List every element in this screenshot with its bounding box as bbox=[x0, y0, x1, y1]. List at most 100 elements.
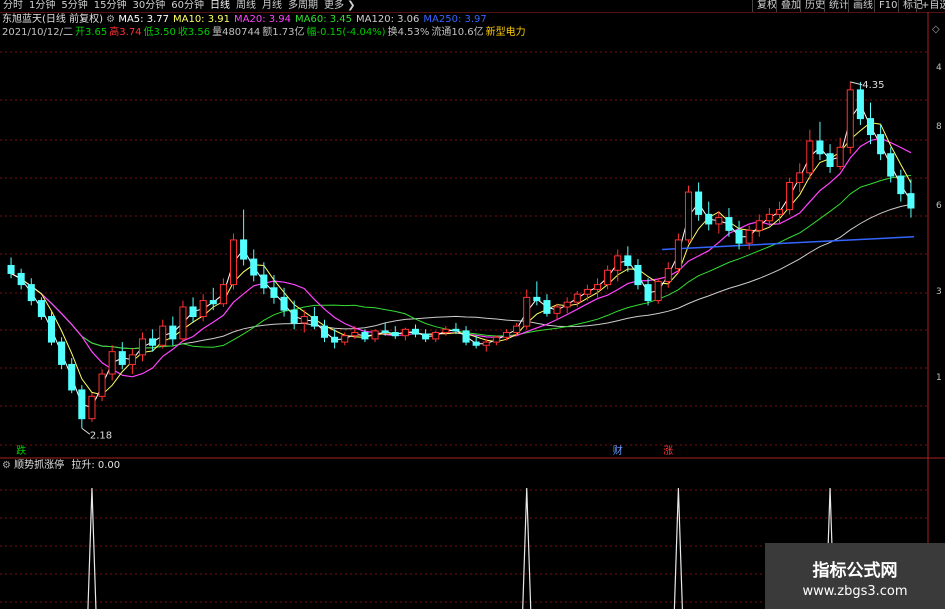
event-mark-1: 财 bbox=[613, 444, 623, 457]
candle-62 bbox=[634, 259, 642, 290]
candle-body-74 bbox=[755, 220, 763, 231]
watermark-title: 指标公式网 bbox=[812, 561, 898, 581]
candle-32 bbox=[331, 329, 339, 349]
candle-body-77 bbox=[786, 181, 794, 211]
price-chart[interactable]: 4 8 6 3 1 ◇ 4.35 2.18 跌 财 涨 bbox=[0, 12, 945, 609]
candle-body-69 bbox=[705, 213, 713, 225]
period-tab-7[interactable]: 周线 bbox=[233, 0, 259, 12]
candle-body-6 bbox=[68, 363, 76, 391]
candle-body-38 bbox=[391, 332, 399, 337]
candle-body-32 bbox=[331, 336, 339, 343]
candle-26 bbox=[270, 275, 278, 304]
candle-77 bbox=[786, 177, 794, 215]
candle-body-73 bbox=[745, 229, 753, 244]
candle-8 bbox=[88, 393, 96, 422]
candle-body-18 bbox=[189, 306, 197, 318]
candle-17 bbox=[179, 300, 187, 343]
candle-89 bbox=[907, 179, 915, 218]
indicator-spike-0 bbox=[87, 487, 97, 609]
candle-body-7 bbox=[78, 389, 86, 420]
candle-body-31 bbox=[320, 325, 329, 338]
candle-body-62 bbox=[634, 264, 642, 286]
candle-body-83 bbox=[846, 89, 854, 148]
candle-body-24 bbox=[250, 258, 258, 276]
period-tab-0[interactable]: 分时 bbox=[0, 0, 26, 12]
indicator-settings-icon[interactable]: ⚙ bbox=[2, 460, 11, 471]
candle-63 bbox=[644, 278, 652, 306]
candle-body-22 bbox=[229, 239, 238, 286]
period-tab-2[interactable]: 5分钟 bbox=[58, 0, 90, 12]
candle-body-1 bbox=[17, 272, 25, 286]
candle-body-26 bbox=[270, 287, 278, 298]
candle-48 bbox=[492, 335, 500, 346]
candle-body-30 bbox=[310, 316, 318, 327]
watermark: 指标公式网 www.zbgs3.com bbox=[765, 543, 945, 609]
toolbar-button-4[interactable]: 画线 bbox=[848, 0, 877, 12]
indicator-title[interactable]: 顺势抓涨停 bbox=[14, 460, 64, 471]
candle-body-11 bbox=[118, 351, 126, 365]
period-tab-6[interactable]: 日线 bbox=[207, 0, 233, 12]
candle-body-72 bbox=[735, 229, 743, 244]
candle-body-37 bbox=[381, 330, 389, 333]
candle-body-20 bbox=[209, 300, 217, 305]
low-label: 2.18 bbox=[90, 430, 112, 441]
candle-61 bbox=[624, 246, 632, 272]
candle-body-86 bbox=[877, 134, 885, 155]
candle-18 bbox=[189, 297, 197, 323]
candle-body-29 bbox=[300, 316, 308, 324]
period-tab-1[interactable]: 1分钟 bbox=[26, 0, 58, 12]
candle-body-51 bbox=[523, 296, 531, 327]
candle-body-52 bbox=[533, 296, 541, 302]
candle-body-78 bbox=[796, 172, 804, 183]
candle-83 bbox=[846, 81, 854, 154]
candle-body-54 bbox=[553, 306, 561, 314]
candle-body-47 bbox=[482, 341, 490, 346]
candle-10 bbox=[108, 345, 116, 381]
candle-body-33 bbox=[341, 335, 349, 343]
candle-30 bbox=[310, 306, 318, 330]
period-tab-3[interactable]: 15分钟 bbox=[91, 0, 130, 12]
candle-body-39 bbox=[401, 328, 409, 337]
candle-22 bbox=[229, 233, 238, 290]
candle-body-41 bbox=[422, 333, 430, 340]
candle-body-25 bbox=[260, 274, 268, 289]
ma10-line bbox=[10, 122, 912, 396]
event-mark-2: 涨 bbox=[663, 445, 673, 457]
candle-body-42 bbox=[432, 332, 440, 340]
candle-58 bbox=[593, 278, 602, 298]
candle-69 bbox=[705, 201, 713, 231]
ma5-line bbox=[10, 103, 912, 409]
period-tab-10[interactable]: 更多 ❯ bbox=[321, 0, 359, 12]
candle-body-15 bbox=[159, 325, 167, 346]
candle-body-28 bbox=[290, 309, 298, 324]
right-axis-tick-4: 1 bbox=[936, 373, 942, 383]
period-tab-9[interactable]: 多周期 bbox=[285, 0, 321, 12]
candle-body-4 bbox=[47, 316, 56, 343]
candle-28 bbox=[290, 300, 298, 330]
candle-67 bbox=[684, 185, 693, 244]
toolbar-button-7[interactable]: +自选 bbox=[916, 0, 945, 12]
candle-body-56 bbox=[573, 293, 581, 303]
period-tab-4[interactable]: 30分钟 bbox=[129, 0, 168, 12]
candle-body-64 bbox=[654, 280, 662, 302]
candle-38 bbox=[391, 326, 399, 339]
candle-31 bbox=[320, 319, 329, 343]
candle-11 bbox=[118, 342, 126, 370]
candle-21 bbox=[219, 278, 227, 307]
candle-1 bbox=[17, 268, 25, 290]
candle-body-49 bbox=[502, 332, 511, 338]
indicator-legend: ⚙ 顺势抓涨停 拉升: 0.00 bbox=[2, 459, 120, 472]
candle-body-2 bbox=[27, 284, 35, 302]
period-tab-5[interactable]: 60分钟 bbox=[168, 0, 207, 12]
candle-body-0 bbox=[7, 264, 15, 274]
candle-body-84 bbox=[856, 89, 864, 120]
candle-45 bbox=[462, 326, 470, 346]
candle-body-68 bbox=[695, 191, 703, 215]
candle-body-53 bbox=[543, 300, 551, 314]
candle-body-12 bbox=[128, 354, 136, 365]
candle-57 bbox=[583, 284, 591, 301]
candle-13 bbox=[138, 332, 147, 362]
candle-body-3 bbox=[37, 300, 45, 318]
right-axis-tick-0: 4 bbox=[936, 63, 942, 73]
period-tab-8[interactable]: 月线 bbox=[259, 0, 285, 12]
